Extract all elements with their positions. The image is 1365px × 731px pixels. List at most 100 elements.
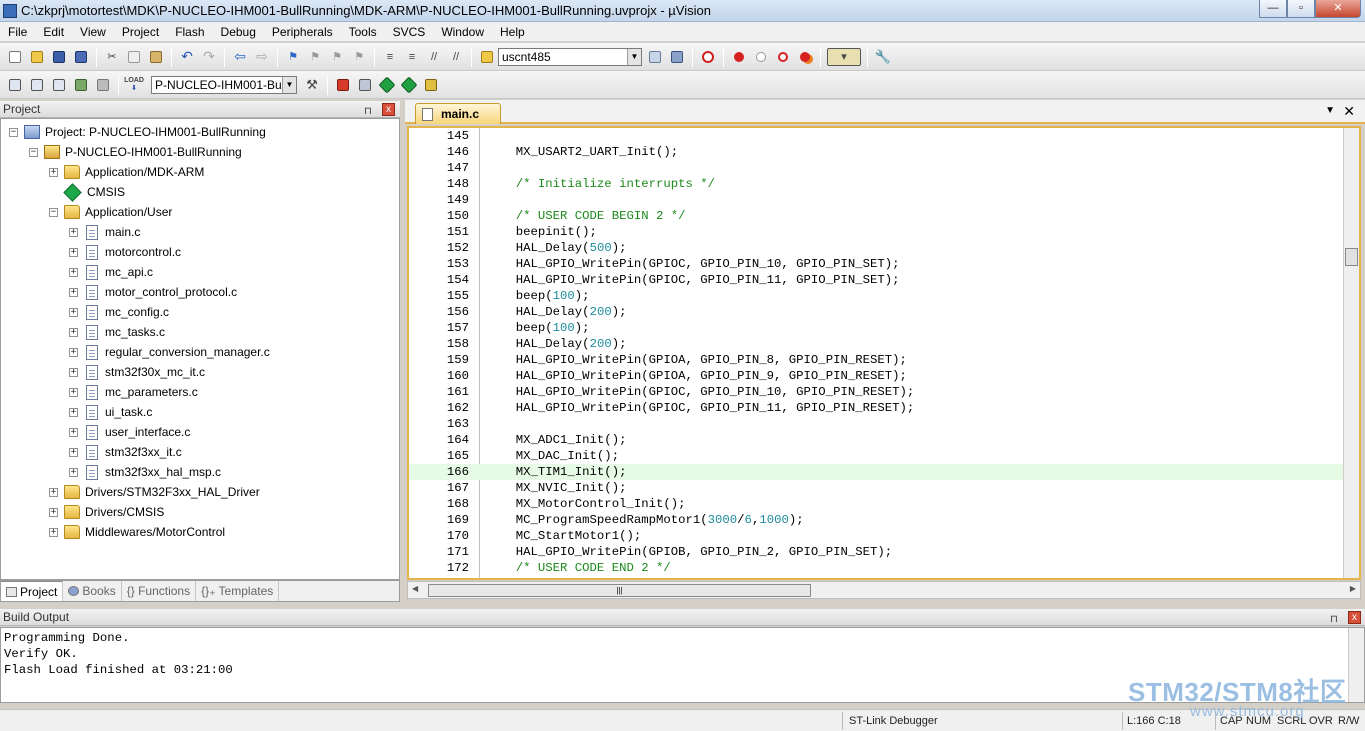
find-combo[interactable]: uscnt485 ▼ — [498, 47, 642, 66]
code-editor[interactable]: 145 146 MX_USART2_UART_Init(); 147 148 /* I… — [407, 126, 1361, 580]
comment-icon[interactable]: // — [425, 48, 443, 66]
code-line[interactable]: 171 HAL_GPIO_WritePin(GPIOB, GPIO_PIN_2,… — [409, 544, 1345, 560]
kill-all-breakpoints-icon[interactable] — [796, 48, 814, 66]
horizontal-scrollbar[interactable]: ◀ ||| ▶ — [407, 581, 1361, 599]
prev-bookmark-icon[interactable]: ⚑ — [306, 48, 324, 66]
tree-item[interactable]: + Drivers/STM32F3xx_HAL_Driver — [49, 482, 260, 502]
expand-icon[interactable]: + — [69, 367, 78, 377]
tree-item[interactable]: + regular_conversion_manager.c — [69, 342, 270, 362]
expand-icon[interactable]: + — [69, 467, 78, 477]
indent-icon[interactable]: ≡ — [381, 48, 399, 66]
build-output-panel[interactable]: Programming Done. Verify OK. Flash Load … — [0, 627, 1365, 703]
menu-peripherals[interactable]: Peripherals — [264, 25, 341, 39]
expand-icon[interactable]: + — [49, 487, 58, 497]
tab-project[interactable]: Project — [1, 581, 64, 601]
code-line[interactable]: 149 — [409, 192, 1345, 208]
collapse-icon[interactable]: − — [49, 207, 58, 217]
expand-icon[interactable]: + — [69, 387, 78, 397]
code-line[interactable]: 158 HAL_Delay(200); — [409, 336, 1345, 352]
select-packs-icon[interactable] — [400, 76, 418, 94]
code-line[interactable]: 159 HAL_GPIO_WritePin(GPIOA, GPIO_PIN_8,… — [409, 352, 1345, 368]
bookmark-icon[interactable]: ⚑ — [284, 48, 302, 66]
expand-icon[interactable]: + — [69, 327, 78, 337]
close-button[interactable]: ✕ — [1315, 0, 1361, 18]
maximize-button[interactable]: ▫ — [1287, 0, 1315, 18]
tab-main-c[interactable]: main.c — [415, 103, 501, 124]
expand-icon[interactable]: + — [49, 167, 58, 177]
start-debug-icon[interactable] — [699, 48, 717, 66]
tree-item[interactable]: + Application/MDK-ARM — [49, 162, 204, 182]
find-in-files-icon[interactable] — [478, 48, 496, 66]
tree-item[interactable]: + user_interface.c — [69, 422, 190, 442]
stop-build-icon[interactable] — [94, 76, 112, 94]
expand-icon[interactable]: + — [69, 347, 78, 357]
expand-icon[interactable]: + — [49, 507, 58, 517]
rebuild-icon[interactable] — [50, 76, 68, 94]
code-line[interactable]: 154 HAL_GPIO_WritePin(GPIOC, GPIO_PIN_11… — [409, 272, 1345, 288]
tree-item[interactable]: + mc_parameters.c — [69, 382, 198, 402]
disable-all-breakpoints-icon[interactable] — [774, 48, 792, 66]
next-bookmark-icon[interactable]: ⚑ — [328, 48, 346, 66]
code-line[interactable]: 146 MX_USART2_UART_Init(); — [409, 144, 1345, 160]
expand-icon[interactable]: + — [69, 287, 78, 297]
menu-window[interactable]: Window — [433, 25, 492, 39]
expand-icon[interactable]: + — [69, 407, 78, 417]
code-line[interactable]: 148 /* Initialize interrupts */ — [409, 176, 1345, 192]
window-layout-icon[interactable]: ▾ — [827, 47, 861, 66]
expand-icon[interactable]: + — [69, 247, 78, 257]
menu-tools[interactable]: Tools — [341, 25, 385, 39]
tree-item[interactable]: − P-NUCLEO-IHM001-BullRunning — [29, 142, 242, 162]
tab-list-icon[interactable]: ▼ — [1325, 105, 1335, 116]
paste-icon[interactable] — [147, 48, 165, 66]
vertical-scrollbar[interactable] — [1343, 128, 1359, 578]
code-line[interactable]: 165 MX_DAC_Init(); — [409, 448, 1345, 464]
pin-icon[interactable]: ⊓ — [1330, 611, 1338, 628]
chevron-down-icon[interactable]: ▼ — [627, 48, 641, 65]
tab-books[interactable]: Books — [63, 581, 122, 601]
code-line[interactable]: 161 HAL_GPIO_WritePin(GPIOC, GPIO_PIN_10… — [409, 384, 1345, 400]
tree-item[interactable]: + mc_api.c — [69, 262, 153, 282]
tree-item[interactable]: + mc_config.c — [69, 302, 169, 322]
expand-icon[interactable]: + — [69, 267, 78, 277]
find-icon[interactable] — [646, 48, 664, 66]
menu-help[interactable]: Help — [492, 25, 533, 39]
code-line[interactable]: 155 beep(100); — [409, 288, 1345, 304]
configure-wrench-icon[interactable]: 🔧 — [874, 48, 892, 66]
tree-item[interactable]: + ui_task.c — [69, 402, 152, 422]
tree-item[interactable]: + motorcontrol.c — [69, 242, 181, 262]
unindent-icon[interactable]: ≡ — [403, 48, 421, 66]
code-line[interactable]: 170 MC_StartMotor1(); — [409, 528, 1345, 544]
tree-item[interactable]: + stm32f30x_mc_it.c — [69, 362, 205, 382]
save-all-icon[interactable] — [72, 48, 90, 66]
code-line[interactable]: 163 — [409, 416, 1345, 432]
manage-project-items-icon[interactable] — [334, 76, 352, 94]
expand-icon[interactable]: + — [69, 447, 78, 457]
close-icon[interactable]: x — [382, 103, 395, 116]
copy-icon[interactable] — [125, 48, 143, 66]
tree-item[interactable]: + motor_control_protocol.c — [69, 282, 237, 302]
code-line[interactable]: 169 MC_ProgramSpeedRampMotor1(3000/6,100… — [409, 512, 1345, 528]
code-line[interactable]: 167 MX_NVIC_Init(); — [409, 480, 1345, 496]
enable-breakpoint-icon[interactable] — [752, 48, 770, 66]
collapse-icon[interactable]: − — [29, 147, 38, 157]
tree-item[interactable]: + mc_tasks.c — [69, 322, 165, 342]
tree-item[interactable]: CMSIS — [49, 182, 125, 202]
menu-svcs[interactable]: SVCS — [385, 25, 434, 39]
redo-icon[interactable]: ↷ — [200, 48, 218, 66]
code-line[interactable]: 150 /* USER CODE BEGIN 2 */ — [409, 208, 1345, 224]
code-line[interactable]: 147 — [409, 160, 1345, 176]
tree-item[interactable]: + Middlewares/MotorControl — [49, 522, 225, 542]
code-line[interactable]: 145 — [409, 128, 1345, 144]
navigate-back-icon[interactable]: ⇦ — [231, 48, 249, 66]
menu-view[interactable]: View — [72, 25, 114, 39]
code-line[interactable]: 172 /* USER CODE END 2 */ — [409, 560, 1345, 576]
tree-item[interactable]: + stm32f3xx_it.c — [69, 442, 182, 462]
new-file-icon[interactable] — [6, 48, 24, 66]
build-icon[interactable] — [28, 76, 46, 94]
file-extensions-icon[interactable] — [356, 76, 374, 94]
tree-item[interactable]: − Project: P-NUCLEO-IHM001-BullRunning — [9, 122, 266, 142]
code-line[interactable]: 168 MX_MotorControl_Init(); — [409, 496, 1345, 512]
save-icon[interactable] — [50, 48, 68, 66]
menu-file[interactable]: File — [0, 25, 35, 39]
target-options-icon[interactable]: ⚒ — [303, 76, 321, 94]
